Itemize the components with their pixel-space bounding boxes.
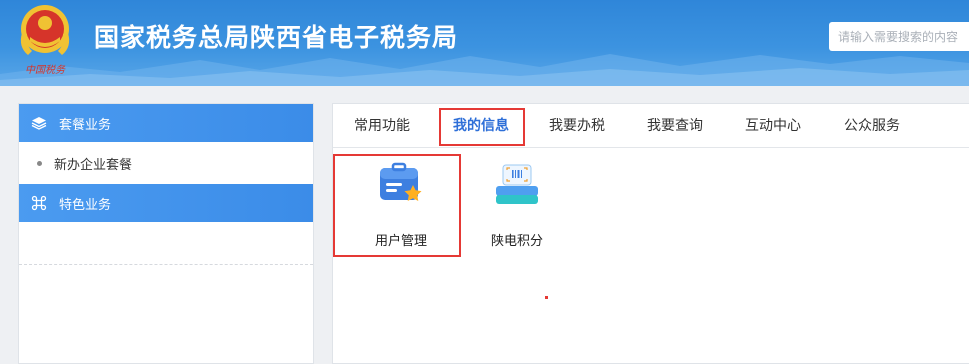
points-icon: [496, 164, 538, 204]
sidebar-item-label: 新办企业套餐: [54, 157, 133, 173]
bullet-icon: [37, 160, 42, 166]
sidebar-section-label: 特色业务: [59, 197, 112, 213]
search-input[interactable]: [829, 22, 969, 51]
tab-public-service[interactable]: 公众服务: [844, 104, 900, 148]
app-label: 用户管理: [374, 234, 427, 249]
tax-emblem-icon: 中国税务: [20, 5, 70, 76]
svg-text:中国税务: 中国税务: [25, 64, 66, 76]
layers-icon: [19, 116, 59, 130]
tab-bar: 常用功能 我的信息 我要办税 我要查询 互动中心 公众服务: [333, 104, 969, 148]
divider: [19, 264, 313, 265]
main-panel: 常用功能 我的信息 我要办税 我要查询 互动中心 公众服务 用户管理 陕电积分: [332, 103, 969, 364]
sidebar-item-new-enterprise[interactable]: 新办企业套餐: [19, 142, 313, 184]
tab-highlight-box: [439, 108, 525, 146]
tab-tax-handling[interactable]: 我要办税: [549, 104, 605, 148]
app-shaanxi-points[interactable]: 陕电积分: [467, 162, 567, 249]
app-label: 陕电积分: [490, 234, 543, 249]
command-icon: [19, 195, 59, 211]
site-title: 国家税务总局陕西省电子税务局: [94, 23, 459, 52]
sidebar-section-label: 套餐业务: [59, 117, 112, 133]
sidebar: 套餐业务 新办企业套餐 特色业务: [18, 103, 314, 364]
sidebar-section-special[interactable]: 特色业务: [19, 184, 313, 222]
header-banner: 中国税务 国家税务总局陕西省电子税务局: [0, 0, 969, 86]
marker-dot: [545, 296, 548, 299]
tab-common-functions[interactable]: 常用功能: [354, 104, 410, 148]
tab-query[interactable]: 我要查询: [647, 104, 703, 148]
user-management-icon: [380, 162, 422, 201]
app-user-management[interactable]: 用户管理: [351, 162, 451, 249]
sidebar-section-package[interactable]: 套餐业务: [19, 104, 313, 142]
tab-interaction-center[interactable]: 互动中心: [745, 104, 801, 148]
